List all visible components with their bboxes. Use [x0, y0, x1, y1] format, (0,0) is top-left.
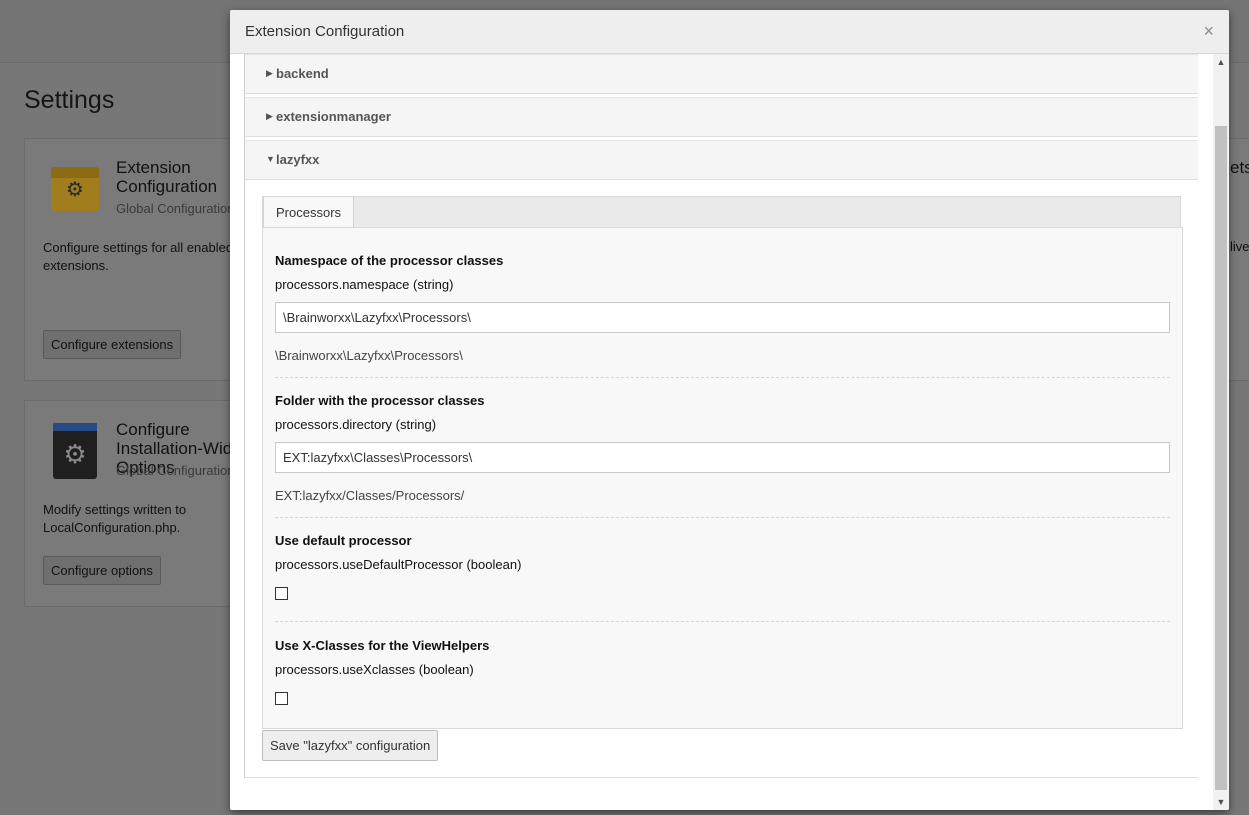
configure-options-button[interactable]: Configure options — [43, 556, 161, 585]
tab-container: Processors Namespace of the processor cl… — [262, 196, 1183, 729]
field-key: processors.useDefaultProcessor (boolean) — [275, 557, 522, 572]
field-label: Use default processor — [275, 533, 412, 548]
panel-header-extensionmanager[interactable]: ▶ extensionmanager — [245, 97, 1198, 137]
modal-title: Extension Configuration — [245, 23, 405, 40]
field-label: Use X-Classes for the ViewHelpers — [275, 638, 490, 653]
page-title: Settings — [24, 86, 115, 114]
right-card-title-edge: ets — [1230, 158, 1249, 177]
field-label: Folder with the processor classes — [275, 393, 485, 408]
card-subtitle: Global Configuration — [116, 463, 235, 478]
field-directory: Folder with the processor classes proces… — [275, 393, 1170, 503]
configure-extensions-button[interactable]: Configure extensions — [43, 330, 182, 359]
card-subtitle: Global Configuration — [116, 201, 235, 216]
tab-bar: Processors — [262, 196, 1181, 228]
field-default-value: \Brainworxx\Lazyfxx\Processors\ — [275, 348, 463, 363]
field-key: processors.namespace (string) — [275, 277, 454, 292]
settings-icon-box: ⚙ — [53, 423, 97, 479]
modal-header: Extension Configuration × — [230, 10, 1229, 54]
use-default-processor-checkbox[interactable] — [275, 587, 288, 600]
save-configuration-button[interactable]: Save "lazyfxx" configuration — [262, 730, 439, 761]
configure-options-card: ⚙ Configure Installation-Wide Options Gl… — [24, 400, 246, 607]
card-description: Configure settings for all enabled exten… — [43, 240, 234, 273]
gear-icon: ⚙ — [66, 178, 84, 201]
scroll-up-icon[interactable]: ▲ — [1213, 54, 1229, 70]
caret-down-icon: ▼ — [266, 154, 275, 164]
field-use-default-processor: Use default processor processors.useDefa… — [275, 533, 1170, 600]
namespace-input[interactable] — [275, 302, 1170, 333]
extension-box-icon: ⚙ — [51, 167, 99, 211]
panel-title: lazyfxx — [276, 152, 320, 167]
right-card-text-edge: live — [1230, 239, 1249, 254]
tab-pane-processors: Namespace of the processor classes proce… — [262, 227, 1183, 729]
directory-input[interactable] — [275, 442, 1170, 473]
tab-processors[interactable]: Processors — [263, 197, 355, 228]
field-namespace: Namespace of the processor classes proce… — [275, 253, 1170, 363]
use-xclasses-checkbox[interactable] — [275, 692, 288, 705]
field-key: processors.useXclasses (boolean) — [275, 662, 474, 677]
field-label: Namespace of the processor classes — [275, 253, 504, 268]
field-divider — [275, 377, 1170, 378]
card-title: Extension Configuration — [116, 158, 218, 196]
panel-title: extensionmanager — [276, 109, 391, 124]
field-divider — [275, 621, 1170, 622]
extension-configuration-modal: Extension Configuration × ▶ backend ▶ ex… — [230, 10, 1229, 810]
panel-header-backend[interactable]: ▶ backend — [245, 54, 1198, 94]
field-default-value: EXT:lazyfxx/Classes/Processors/ — [275, 488, 465, 503]
field-divider — [275, 517, 1170, 518]
card-description: Modify settings written to LocalConfigur… — [43, 502, 187, 535]
panel-header-lazyfxx[interactable]: ▼ lazyfxx — [245, 140, 1198, 180]
modal-scrollbar[interactable]: ▲ ▼ — [1213, 54, 1229, 810]
panel-content-lazyfxx: Processors Namespace of the processor cl… — [245, 181, 1198, 778]
scroll-thumb[interactable] — [1215, 126, 1227, 790]
field-key: processors.directory (string) — [275, 417, 437, 432]
caret-right-icon: ▶ — [266, 111, 273, 121]
modal-body: ▶ backend ▶ extensionmanager ▼ lazyfxx P… — [230, 54, 1213, 810]
gear-icon: ⚙ — [63, 438, 87, 469]
scroll-down-icon[interactable]: ▼ — [1213, 794, 1229, 810]
extension-configuration-card: ⚙ Extension Configuration Global Configu… — [24, 138, 246, 381]
panel-title: backend — [276, 66, 329, 81]
field-use-xclasses: Use X-Classes for the ViewHelpers proces… — [275, 638, 1170, 705]
caret-right-icon: ▶ — [266, 68, 273, 78]
close-icon[interactable]: × — [1203, 21, 1214, 41]
